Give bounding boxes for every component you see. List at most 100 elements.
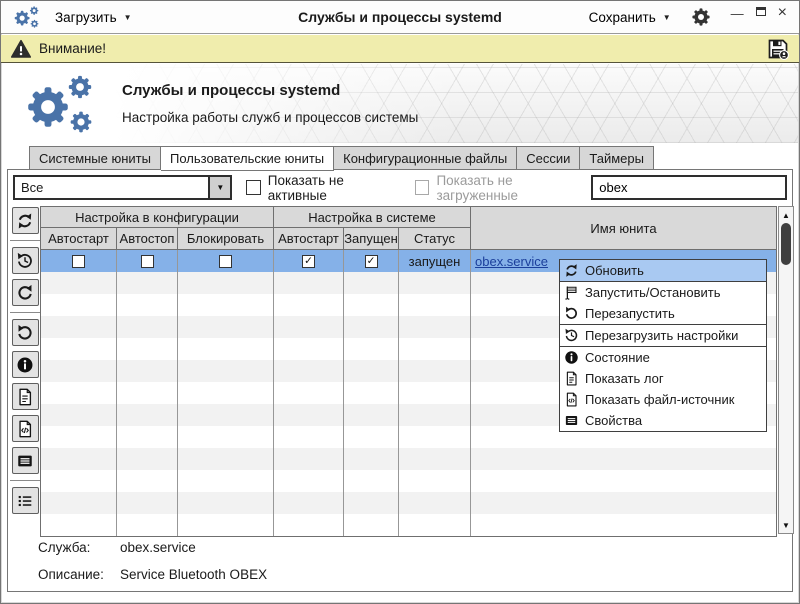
- tab-sessions[interactable]: Сессии: [517, 146, 580, 170]
- footer-info: Служба: obex.service Описание: Service B…: [38, 540, 782, 594]
- checkbox-label: Показать не загруженные: [436, 173, 591, 203]
- description-label: Описание:: [38, 567, 120, 582]
- menu-item-restart[interactable]: Перезапустить: [560, 303, 766, 324]
- flag-icon: [564, 285, 579, 300]
- undo-arrow-icon: [564, 306, 579, 321]
- history-clock-icon: [16, 252, 34, 270]
- maximize-button[interactable]: [756, 7, 766, 16]
- refresh-icon: [564, 263, 579, 278]
- minimize-button[interactable]: —: [731, 7, 744, 20]
- history-clock-icon: [564, 328, 579, 343]
- context-menu: Обновить Запустить/Остановить Перезапуст…: [559, 259, 767, 432]
- settings-gear-icon[interactable]: [691, 7, 711, 27]
- show-unloaded-checkbox: Показать не загруженные: [415, 173, 591, 203]
- table-row-empty[interactable]: [41, 470, 776, 492]
- window-controls: — ×: [731, 7, 787, 20]
- column-header: Автостарт: [274, 228, 344, 249]
- warning-bar: Внимание!: [1, 35, 799, 63]
- search-input[interactable]: [591, 175, 787, 200]
- description-value: Service Bluetooth OBEX: [120, 567, 267, 582]
- header-banner: Службы и процессы systemd Настройка рабо…: [2, 64, 798, 143]
- column-header: Запущен: [344, 228, 399, 249]
- menu-item-reload-settings[interactable]: Перезагрузить настройки: [560, 325, 766, 346]
- config-autostart-checkbox[interactable]: [72, 255, 85, 268]
- tab-timers[interactable]: Таймеры: [580, 146, 654, 170]
- status-button[interactable]: [12, 351, 39, 378]
- table-row-empty[interactable]: [41, 492, 776, 514]
- menu-item-show-log[interactable]: Показать лог: [560, 368, 766, 389]
- chevron-down-icon: ▼: [124, 13, 132, 22]
- banner-title: Службы и процессы systemd: [122, 82, 418, 99]
- column-header-unit-name: Имя юнита: [471, 207, 776, 249]
- refresh-button[interactable]: [12, 207, 39, 234]
- properties-box-icon: [564, 413, 579, 428]
- menu-item-show-source[interactable]: Показать файл-источник: [560, 389, 766, 410]
- reload-settings-button[interactable]: [12, 247, 39, 274]
- gears-logo-icon: [24, 72, 98, 136]
- menu-item-status[interactable]: Состояние: [560, 347, 766, 368]
- tab-config-files[interactable]: Конфигурационные файлы: [334, 146, 517, 170]
- properties-button[interactable]: [12, 447, 39, 474]
- table-row-empty[interactable]: [41, 448, 776, 470]
- vertical-scrollbar[interactable]: ▲ ▼: [778, 206, 794, 534]
- undo-arrow-icon: [16, 324, 34, 342]
- properties-box-icon: [16, 452, 34, 470]
- app-gears-icon: [13, 5, 41, 29]
- floppy-save-icon[interactable]: [767, 38, 789, 60]
- close-button[interactable]: ×: [778, 7, 787, 19]
- log-document-icon: [16, 388, 34, 406]
- chevron-down-icon: ▼: [663, 13, 671, 22]
- system-running-checkbox[interactable]: ✓: [365, 255, 378, 268]
- banner-subtitle: Настройка работы служб и процессов систе…: [122, 110, 418, 125]
- config-block-checkbox[interactable]: [219, 255, 232, 268]
- service-label: Служба:: [38, 540, 120, 555]
- service-value: obex.service: [120, 540, 196, 555]
- unit-filter-value: Все: [15, 177, 208, 198]
- system-autostart-checkbox[interactable]: ✓: [302, 255, 315, 268]
- main-area: Настройка в конфигурации Настройка в сис…: [8, 206, 792, 534]
- list-menu-icon: [16, 492, 34, 510]
- warning-triangle-icon: [11, 39, 31, 59]
- start-stop-button[interactable]: [12, 279, 39, 306]
- combobox-arrow-icon[interactable]: ▼: [208, 177, 230, 198]
- status-cell: запущен: [399, 250, 471, 272]
- restart-button[interactable]: [12, 319, 39, 346]
- titlebar: Службы и процессы systemd Загрузить ▼ Со…: [1, 1, 799, 34]
- config-autostop-checkbox[interactable]: [141, 255, 154, 268]
- app-window: Службы и процессы systemd Загрузить ▼ Со…: [0, 0, 800, 604]
- menu-item-properties[interactable]: Свойства: [560, 410, 766, 431]
- redo-arrow-icon: [16, 284, 34, 302]
- side-toolbar: [10, 207, 40, 519]
- column-header: Автостарт: [41, 228, 117, 249]
- checkbox-label: Показать не активные: [268, 173, 401, 203]
- info-icon: [564, 350, 579, 365]
- show-log-button[interactable]: [12, 383, 39, 410]
- units-list-button[interactable]: [12, 487, 39, 514]
- warning-text: Внимание!: [39, 41, 106, 56]
- unit-name-link[interactable]: obex.service: [475, 254, 548, 269]
- filter-bar: Все ▼ Показать не активные Показать не з…: [13, 174, 787, 201]
- content-panel: Все ▼ Показать не активные Показать не з…: [7, 169, 793, 592]
- log-document-icon: [564, 371, 579, 386]
- scrollbar-thumb[interactable]: [781, 223, 791, 265]
- group-header-system: Настройка в системе: [274, 207, 471, 228]
- load-menu-button[interactable]: Загрузить ▼: [55, 10, 132, 25]
- toolbar-separator: [10, 480, 40, 481]
- save-menu-button[interactable]: Сохранить ▼: [589, 10, 671, 25]
- tab-user-units[interactable]: Пользовательские юниты: [161, 146, 334, 171]
- group-header-config: Настройка в конфигурации: [41, 207, 274, 228]
- tab-system-units[interactable]: Системные юниты: [29, 146, 161, 170]
- menu-item-start-stop[interactable]: Запустить/Остановить: [560, 282, 766, 303]
- checkbox-box: [415, 180, 429, 195]
- scroll-up-icon[interactable]: ▲: [779, 208, 793, 222]
- scroll-down-icon[interactable]: ▼: [779, 518, 793, 532]
- table-row-empty[interactable]: [41, 514, 776, 536]
- show-source-button[interactable]: [12, 415, 39, 442]
- unit-filter-combobox[interactable]: Все ▼: [13, 175, 232, 200]
- menu-item-refresh[interactable]: Обновить: [560, 260, 766, 281]
- show-inactive-checkbox[interactable]: Показать не активные: [246, 173, 401, 203]
- checkbox-box[interactable]: [246, 180, 260, 195]
- toolbar-separator: [10, 312, 40, 313]
- column-header: Блокировать: [178, 228, 274, 249]
- table-header: Настройка в конфигурации Настройка в сис…: [40, 206, 777, 250]
